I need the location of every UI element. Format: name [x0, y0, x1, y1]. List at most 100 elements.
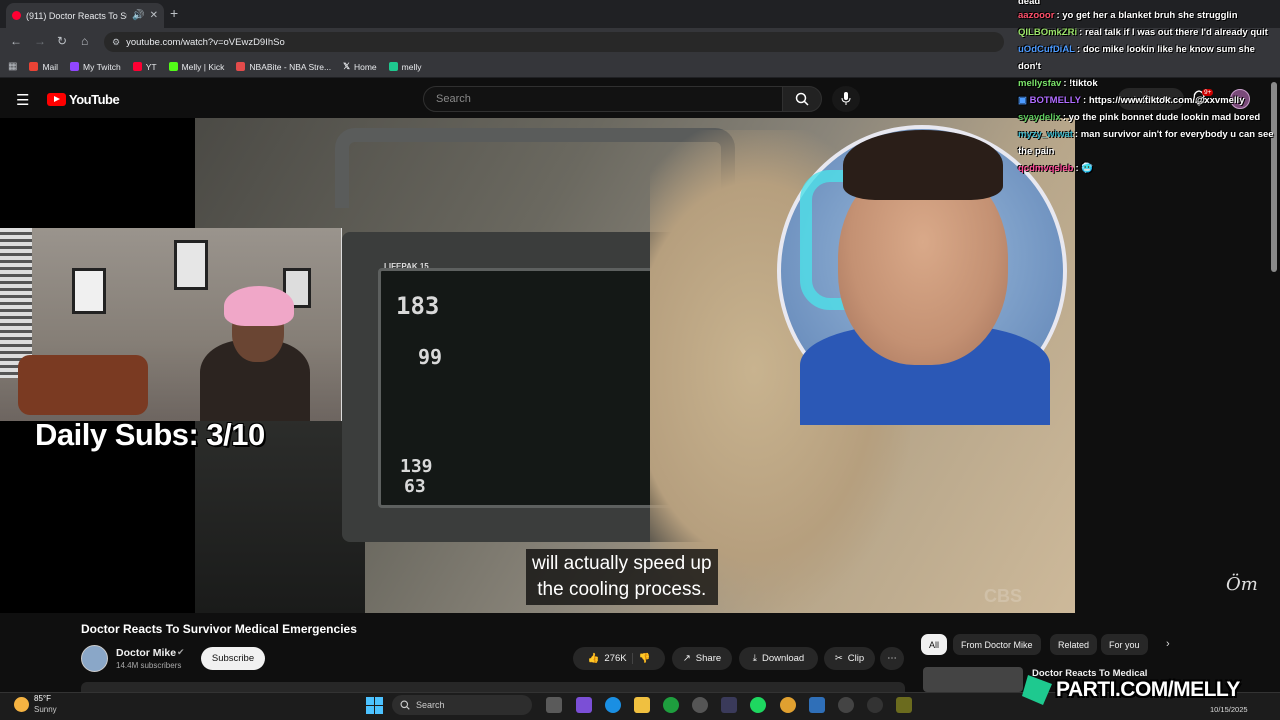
youtube-icon — [132, 62, 142, 71]
kick-icon — [168, 62, 178, 71]
bookmark-yt[interactable]: YT — [132, 62, 157, 72]
parti-url: PARTI.COM/MELLY — [1056, 678, 1240, 701]
chat-message: myzy_wiwat: man survivor ain't for every… — [1018, 129, 1274, 157]
back-icon[interactable]: ← — [10, 34, 22, 48]
parti-icon — [388, 62, 398, 71]
share-button[interactable]: ↗ Share — [672, 647, 732, 670]
photos-icon[interactable] — [809, 697, 825, 713]
doctor-hair — [843, 130, 1003, 200]
task-view-icon[interactable] — [546, 697, 562, 713]
bookmark-kick[interactable]: Melly | Kick — [168, 62, 224, 72]
site-info-icon[interactable]: ⚙ — [112, 37, 120, 48]
forward-icon[interactable]: → — [34, 34, 46, 48]
gmail-icon — [29, 62, 39, 71]
channel-avatar[interactable] — [81, 645, 108, 672]
bookmark-melly[interactable]: melly — [388, 62, 422, 72]
vital-spo2: 99 — [418, 345, 443, 369]
store-icon[interactable] — [721, 697, 737, 713]
windows-start-icon[interactable] — [366, 697, 383, 714]
home-icon[interactable]: ⌂ — [81, 34, 88, 48]
youtube-logo[interactable]: YouTube — [47, 92, 120, 107]
wall-poster — [72, 268, 106, 314]
hamburger-menu-icon[interactable]: ☰ — [16, 91, 29, 109]
like-dislike-group: 👍 276K 👎 — [573, 647, 665, 670]
copilot-icon[interactable] — [576, 697, 592, 713]
vital-diastolic: 63 — [404, 476, 426, 497]
cbs-watermark: CBS — [984, 586, 1023, 606]
verified-check-icon: ✔ — [177, 647, 185, 657]
edge-icon[interactable] — [605, 697, 621, 713]
subscribe-button[interactable]: Subscribe — [201, 647, 265, 670]
x-logo-icon: 𝕏 — [343, 61, 350, 71]
more-horizontal-icon: ⋯ — [887, 653, 897, 664]
chip-from-doctor-mike[interactable]: From Doctor Mike — [953, 634, 1041, 655]
parti-banner: PARTI.COM/MELLY — [1022, 671, 1280, 709]
url-text: youtube.com/watch?v=oVEwzD9IhSo — [126, 36, 285, 48]
clip-button[interactable]: ✂ Clip — [824, 647, 875, 670]
search-icon — [400, 700, 410, 710]
close-tab-icon[interactable]: ✕ — [150, 10, 158, 21]
like-button[interactable]: 👍 276K — [588, 653, 627, 664]
chat-message: mellysfav: !tiktok — [1018, 78, 1098, 89]
chat-message: dead — [1018, 0, 1041, 7]
video-captions: will actually speed up the cooling proce… — [526, 549, 718, 605]
app-icon[interactable] — [896, 697, 912, 713]
nbabite-icon — [236, 62, 246, 71]
sun-icon[interactable] — [14, 697, 29, 712]
media-player-icon[interactable] — [838, 697, 854, 713]
thumbs-up-icon: 👍 — [587, 653, 600, 664]
bookmark-mail[interactable]: Mail — [29, 62, 58, 72]
spotify-icon[interactable] — [750, 697, 766, 713]
new-tab-button[interactable]: + — [170, 5, 178, 21]
file-explorer-icon[interactable] — [634, 697, 650, 713]
channel-name[interactable]: Doctor Mike — [116, 647, 176, 659]
reload-icon[interactable]: ↻ — [57, 34, 67, 48]
youtube-favicon-icon — [12, 11, 21, 20]
search-input[interactable]: Search — [423, 86, 783, 112]
parti-logo-icon — [1022, 675, 1052, 705]
bookmark-x-home[interactable]: 𝕏 Home — [343, 61, 377, 72]
recommended-thumbnail[interactable] — [923, 667, 1023, 692]
browser-tab[interactable]: (911) Doctor Reacts To Surv 🔊 ✕ — [6, 3, 164, 28]
chat-message: ▣ BOTMELLY: https://www.tiktok.com/@xxvm… — [1018, 95, 1245, 106]
weather-condition[interactable]: Sunny — [34, 705, 57, 714]
chat-message: uOdCufDiAL: doc mike lookin like he know… — [1018, 44, 1255, 72]
search-button[interactable] — [782, 86, 822, 112]
scissors-icon: ✂ — [834, 653, 843, 664]
apps-grid-icon[interactable]: ▦ — [8, 61, 17, 72]
address-bar[interactable]: ⚙ youtube.com/watch?v=oVEwzD9IhSo — [104, 32, 1004, 52]
tab-title: (911) Doctor Reacts To Surv — [26, 10, 127, 21]
stream-chat: dead aazooor: yo get her a blanket bruh … — [1014, 0, 1280, 200]
voice-search-button[interactable] — [832, 86, 860, 112]
vital-systolic: 139 — [400, 456, 433, 477]
chat-message: syaydelix: yo the pink bonnet dude looki… — [1018, 112, 1261, 123]
weather-temperature[interactable]: 85°F — [34, 694, 51, 703]
microphone-icon — [841, 92, 851, 105]
thumbs-down-icon: 👎 — [638, 653, 651, 664]
pink-bonnet — [224, 286, 294, 326]
description-box[interactable] — [81, 682, 905, 692]
speaker-icon[interactable]: 🔊 — [132, 10, 144, 21]
video-title: Doctor Reacts To Survivor Medical Emerge… — [81, 622, 357, 636]
download-button[interactable]: ⤓ Download — [739, 647, 818, 670]
more-actions-button[interactable]: ⋯ — [880, 647, 904, 670]
bookmark-nbabite[interactable]: NBABite - NBA Stre... — [236, 62, 331, 72]
twitch-icon — [70, 62, 80, 71]
dislike-button[interactable]: 👎 — [631, 653, 651, 664]
chip-related[interactable]: Related — [1050, 634, 1098, 655]
obs-icon[interactable] — [867, 697, 883, 713]
xbox-icon[interactable] — [663, 697, 679, 713]
chrome-icon[interactable] — [780, 697, 796, 713]
chat-message: qcdmvqsleb: 🥶 — [1018, 163, 1094, 174]
taskbar-search[interactable]: Search — [392, 695, 532, 715]
bookmark-twitch[interactable]: My Twitch — [70, 62, 121, 72]
chat-message: QILBOmkZRi: real talk if I was out there… — [1018, 27, 1268, 38]
chevron-right-icon[interactable]: › — [1166, 638, 1170, 650]
chip-for-you[interactable]: For you — [1101, 634, 1148, 655]
youtube-play-icon — [47, 93, 66, 106]
chip-all[interactable]: All — [921, 634, 948, 655]
steam-icon[interactable] — [692, 697, 708, 713]
caption-line-1: will actually speed up — [532, 553, 712, 574]
search-icon — [795, 92, 809, 106]
daily-subs-counter: Daily Subs: 3/10 — [35, 417, 265, 452]
